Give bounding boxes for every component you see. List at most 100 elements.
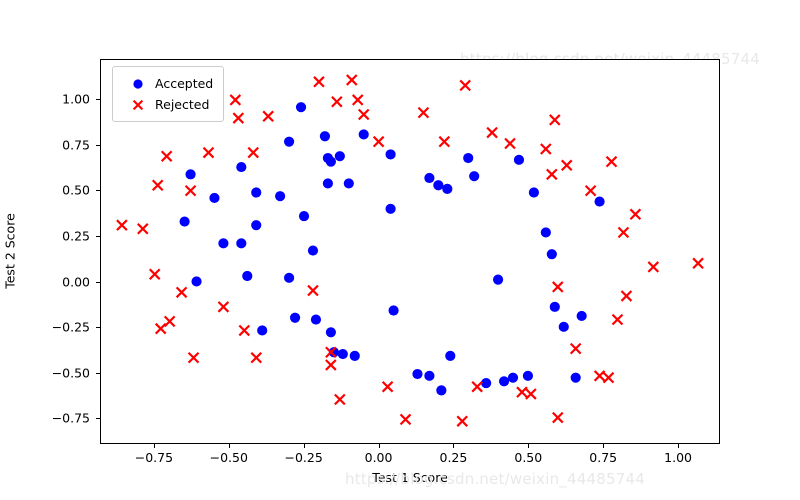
data-point-accepted xyxy=(298,211,310,222)
series-rejected xyxy=(116,74,704,427)
data-point-accepted xyxy=(436,385,447,396)
data-point-rejected xyxy=(250,351,263,364)
y-tick-label: −0.25 xyxy=(51,319,90,335)
data-point-rejected xyxy=(247,146,260,159)
legend-item-rejected: Rejected xyxy=(121,94,213,115)
circle-marker-icon xyxy=(121,77,155,91)
data-point-rejected xyxy=(504,137,516,150)
data-point-rejected xyxy=(154,322,167,335)
data-point-accepted xyxy=(343,178,354,189)
data-point-accepted xyxy=(385,203,396,214)
data-point-accepted xyxy=(209,192,220,204)
data-point-rejected xyxy=(486,126,498,139)
data-point-rejected xyxy=(202,146,215,159)
y-tick-label: −0.50 xyxy=(51,365,90,381)
data-point-accepted xyxy=(433,180,444,191)
data-point-rejected xyxy=(569,342,582,355)
x-axis-label: Test 1 Score xyxy=(372,470,448,485)
data-point-rejected xyxy=(546,168,558,181)
data-point-accepted xyxy=(594,196,605,207)
data-point-accepted xyxy=(513,154,525,165)
legend: Accepted Rejected xyxy=(112,66,225,122)
x-tick-mark xyxy=(528,444,530,448)
data-point-rejected xyxy=(175,286,188,299)
data-point-accepted xyxy=(528,187,539,198)
data-point-accepted xyxy=(463,152,474,164)
x-tick-label: 0.50 xyxy=(514,450,543,465)
data-point-accepted xyxy=(546,249,557,260)
x-tick-mark xyxy=(678,444,680,448)
data-point-accepted xyxy=(289,312,301,323)
data-point-accepted xyxy=(498,376,510,387)
data-point-rejected xyxy=(611,313,624,326)
data-point-accepted xyxy=(445,350,456,361)
data-point-rejected xyxy=(351,94,364,106)
data-point-accepted xyxy=(284,272,295,283)
data-point-accepted xyxy=(337,348,348,360)
data-point-rejected xyxy=(552,281,564,293)
x-tick-mark xyxy=(603,444,605,448)
data-point-rejected xyxy=(516,386,528,398)
data-point-accepted xyxy=(257,325,268,336)
x-tick-label: 0.25 xyxy=(439,450,468,465)
data-point-rejected xyxy=(334,393,346,406)
legend-label-accepted: Accepted xyxy=(155,76,214,91)
matplotlib-figure: https://blog.csdn.net/weixin_44485744 Te… xyxy=(0,0,800,500)
data-point-accepted xyxy=(540,227,551,238)
data-point-rejected xyxy=(313,76,325,88)
x-tick-label: 0.75 xyxy=(589,450,618,465)
data-point-rejected xyxy=(184,184,197,197)
data-point-accepted xyxy=(358,129,369,140)
x-marker-icon xyxy=(121,98,155,112)
data-point-rejected xyxy=(325,359,337,371)
data-point-rejected xyxy=(116,219,128,231)
data-point-accepted xyxy=(295,102,307,113)
data-point-accepted xyxy=(549,301,560,312)
y-axis-label: Test 2 Score xyxy=(2,213,18,289)
data-point-rejected xyxy=(647,261,660,273)
data-point-rejected xyxy=(602,371,615,384)
data-point-rejected xyxy=(459,79,471,92)
data-point-rejected xyxy=(137,223,149,235)
legend-item-accepted: Accepted xyxy=(121,73,213,94)
x-tick-label: −0.50 xyxy=(209,450,248,465)
y-tick-label: 0.00 xyxy=(62,274,90,290)
data-point-rejected xyxy=(346,74,358,86)
data-point-accepted xyxy=(558,321,569,332)
data-point-rejected xyxy=(540,143,552,155)
y-tick-label: −0.75 xyxy=(51,410,90,426)
data-point-accepted xyxy=(388,305,399,316)
data-point-accepted xyxy=(319,131,330,142)
data-point-rejected xyxy=(163,315,176,328)
data-point-accepted xyxy=(179,216,190,227)
data-point-accepted xyxy=(492,274,504,285)
data-point-accepted xyxy=(251,220,262,231)
data-point-accepted xyxy=(349,350,360,361)
data-point-accepted xyxy=(442,183,453,194)
data-point-accepted xyxy=(325,327,336,338)
data-point-rejected xyxy=(331,96,343,108)
data-point-rejected xyxy=(456,415,469,427)
data-point-accepted xyxy=(251,187,262,198)
x-tick-mark xyxy=(453,444,455,448)
data-point-rejected xyxy=(593,370,606,382)
data-point-rejected xyxy=(372,135,385,148)
data-point-rejected xyxy=(549,114,561,126)
data-point-accepted xyxy=(412,368,423,380)
data-point-rejected xyxy=(229,94,242,106)
data-point-accepted xyxy=(191,276,202,287)
data-point-accepted xyxy=(469,171,480,182)
data-point-accepted xyxy=(576,310,587,322)
data-point-accepted xyxy=(385,149,396,160)
y-tick-label: 0.75 xyxy=(62,137,90,153)
data-point-accepted xyxy=(185,169,196,180)
data-point-accepted xyxy=(284,136,295,147)
series-accepted xyxy=(179,102,605,396)
x-tick-label: 0.00 xyxy=(364,450,393,465)
data-point-rejected xyxy=(584,184,597,197)
data-point-rejected xyxy=(399,413,412,426)
data-point-rejected xyxy=(629,208,642,221)
data-point-rejected xyxy=(160,150,173,162)
data-point-accepted xyxy=(310,314,322,325)
x-tick-mark xyxy=(303,444,305,448)
